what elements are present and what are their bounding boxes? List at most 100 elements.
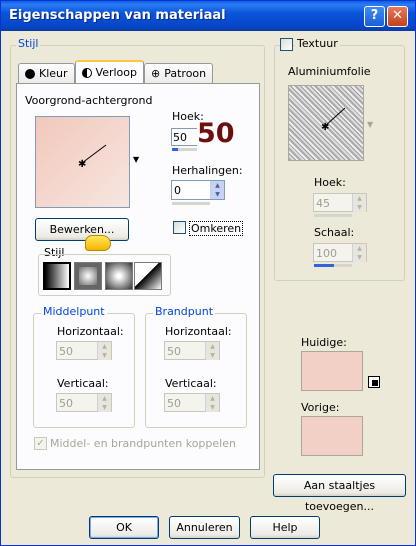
midpoint-horizontal-value: 50 (59, 345, 73, 358)
tab-verloop[interactable]: Verloop (75, 60, 144, 83)
texture-scale-label: Schaal: (314, 226, 355, 239)
texture-angle-value: 45 (316, 197, 330, 210)
midpoint-horizontal-input[interactable]: 50 ▲ ▼ (56, 341, 112, 360)
repeats-label: Herhalingen: (172, 164, 243, 177)
link-points-checkbox[interactable]: ✓ (34, 437, 47, 450)
invert-label: Omkeren (189, 221, 244, 236)
angle-value: 50 (173, 131, 187, 144)
repeats-spin-arrows[interactable]: ▲ ▼ (210, 181, 224, 199)
spin-down-icon: ▼ (206, 351, 219, 360)
link-points-label: Middel- en brandpunten koppelen (50, 437, 236, 450)
style-linear-button[interactable] (43, 262, 71, 290)
angle-slider-fill (172, 148, 178, 151)
texture-direction-icon: ✱ (321, 107, 346, 133)
spin-down-icon: ▼ (206, 403, 219, 412)
title-close-button[interactable]: ✕ (387, 6, 408, 27)
midpoint-vertical-label: Verticaal: (57, 377, 109, 390)
texture-angle-input[interactable]: 45 ▲ ▼ (313, 193, 367, 212)
help-button-label: Help (272, 521, 298, 534)
texture-scale-value: 100 (316, 247, 337, 260)
midpoint-label: Middelpunt (41, 305, 107, 318)
title-bar: Eigenschappen van materiaal ? ✕ (1, 1, 415, 31)
swap-swatch-icon[interactable] (368, 376, 380, 388)
angle-input[interactable]: 50 (171, 128, 197, 146)
midpoint-vertical-value: 50 (59, 397, 73, 410)
pointing-hand-icon (85, 235, 111, 251)
tab-kleur[interactable]: Kleur (18, 63, 75, 83)
texture-angle-label: Hoek: (314, 176, 346, 189)
material-properties-dialog: Eigenschappen van materiaal ? ✕ Stijl Kl… (0, 0, 416, 546)
spin-down-icon: ▼ (353, 203, 366, 212)
ok-button[interactable]: OK (89, 516, 159, 539)
midpoint-vertical-arrows[interactable]: ▲ ▼ (97, 394, 111, 412)
style-rectangular-button[interactable] (74, 262, 102, 290)
texture-dropdown-arrow-icon[interactable]: ▼ (367, 120, 373, 129)
add-to-swatches-button[interactable]: Aan staaltjes toevoegen... (273, 474, 406, 513)
add-to-swatches-label: Aan staaltjes toevoegen... (303, 479, 376, 513)
edit-button-label: Bewerken... (49, 223, 115, 236)
title-help-button[interactable]: ? (364, 6, 385, 27)
spin-down-icon: ▼ (98, 403, 111, 412)
svg-text:✱: ✱ (78, 159, 86, 170)
repeats-input[interactable]: 0 ▲ ▼ (171, 180, 225, 200)
focal-vertical-arrows[interactable]: ▲ ▼ (205, 394, 219, 412)
style-radial-button[interactable] (134, 262, 162, 290)
repeats-value: 0 (174, 184, 181, 197)
spin-up-icon: ▲ (211, 181, 224, 190)
texture-label: Textuur (295, 37, 340, 50)
previous-label: Vorige: (301, 401, 340, 414)
texture-scale-slider-fill (314, 264, 334, 267)
window-title: Eigenschappen van materiaal (9, 8, 226, 23)
focal-vertical-input[interactable]: 50 ▲ ▼ (164, 393, 220, 412)
close-icon: ✕ (392, 8, 403, 23)
texture-checkbox[interactable] (280, 38, 293, 51)
gradient-preview[interactable]: ✱ (35, 116, 130, 208)
tab-patroon-label: Patroon (164, 67, 207, 80)
focal-horizontal-input[interactable]: 50 ▲ ▼ (164, 341, 220, 360)
spin-up-icon: ▲ (353, 244, 366, 253)
spin-down-icon: ▼ (211, 190, 224, 199)
focal-horizontal-label: Horizontaal: (165, 325, 232, 338)
spin-up-icon: ▲ (98, 342, 111, 351)
midpoint-horizontal-arrows[interactable]: ▲ ▼ (97, 342, 111, 360)
texture-angle-slider-track[interactable] (314, 214, 352, 217)
spin-up-icon: ▲ (353, 194, 366, 203)
gradient-preview-label: Voorgrond-achtergrond (25, 94, 153, 107)
spin-up-icon: ▲ (206, 394, 219, 403)
svg-text:✱: ✱ (321, 122, 329, 133)
cancel-button-label: Annuleren (176, 521, 233, 534)
tab-patroon[interactable]: ⊕ Patroon (144, 63, 213, 83)
texture-name: Aluminiumfolie (288, 65, 371, 78)
half-circle-icon (82, 67, 92, 78)
focal-vertical-value: 50 (167, 397, 181, 410)
preview-dropdown-arrow-icon[interactable]: ▼ (133, 155, 139, 164)
tab-verloop-label: Verloop (95, 66, 137, 79)
help-button[interactable]: Help (250, 516, 320, 539)
texture-preview[interactable]: ✱ (288, 85, 364, 161)
angle-overlay-number: 50 (197, 118, 235, 149)
focal-point-label: Brandpunt (153, 305, 216, 318)
previous-swatch[interactable] (301, 416, 363, 456)
style-group-label: Stijl (16, 37, 41, 50)
tab-kleur-label: Kleur (39, 67, 68, 80)
texture-angle-arrows[interactable]: ▲ ▼ (352, 194, 366, 212)
invert-checkbox[interactable] (173, 221, 186, 234)
edit-button[interactable]: Bewerken... (35, 218, 129, 241)
texture-scale-input[interactable]: 100 ▲ ▼ (313, 243, 367, 262)
cancel-button[interactable]: Annuleren (169, 516, 240, 539)
spin-down-icon: ▼ (353, 253, 366, 262)
gradient-direction-icon: ✱ (78, 144, 107, 170)
focal-horizontal-arrows[interactable]: ▲ ▼ (205, 342, 219, 360)
repeats-slider-track[interactable] (172, 202, 210, 205)
filled-circle-icon (25, 68, 35, 79)
midpoint-vertical-input[interactable]: 50 ▲ ▼ (56, 393, 112, 412)
question-icon: ? (370, 8, 379, 23)
current-swatch (301, 351, 363, 391)
swap-swatch-inner (372, 380, 378, 386)
texture-scale-arrows[interactable]: ▲ ▼ (352, 244, 366, 262)
spin-up-icon: ▲ (98, 394, 111, 403)
ok-button-label: OK (116, 521, 132, 534)
style-sunburst-button[interactable] (105, 262, 133, 290)
spin-down-icon: ▼ (98, 351, 111, 360)
focal-horizontal-value: 50 (167, 345, 181, 358)
